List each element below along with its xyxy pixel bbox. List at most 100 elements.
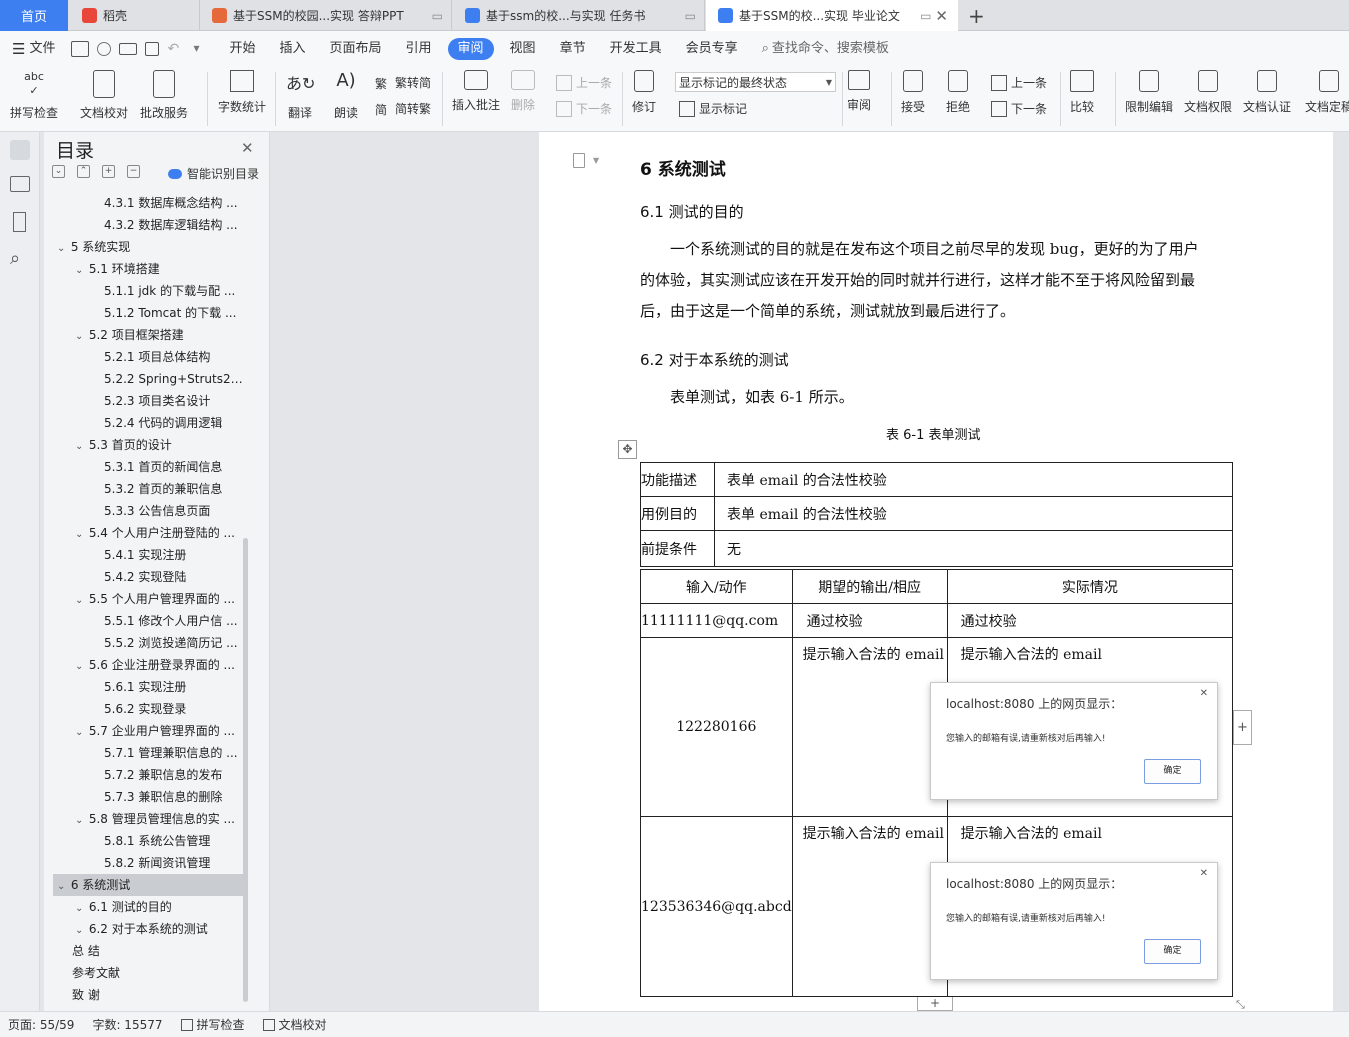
toc-item[interactable]: 5.7.2 兼职信息的发布 — [44, 764, 244, 786]
chapter-panel-icon[interactable] — [10, 176, 30, 192]
chevron-down-icon[interactable]: ⌄ — [75, 590, 85, 610]
page-indicator[interactable]: 页面: 55/59 — [8, 1016, 74, 1033]
save-icon[interactable] — [71, 40, 90, 57]
toc-item[interactable]: 5.4.1 实现注册 — [44, 544, 244, 566]
doc-permission-button[interactable]: 文档权限 — [1184, 70, 1232, 115]
spell-check-button[interactable]: abc ✓ 拼写检查 — [10, 70, 58, 121]
toc-item[interactable]: ⌄ 5.8 管理员管理信息的实 ... — [44, 808, 244, 830]
preview-icon[interactable] — [145, 41, 160, 56]
chevron-down-icon[interactable]: ⌄ — [75, 524, 85, 544]
menu-member[interactable]: 会员专享 — [674, 38, 750, 60]
tab-taskbook[interactable]: 基于ssm的校...与实现 任务书 ▭ — [453, 0, 705, 31]
toc-item[interactable]: 5.8.1 系统公告管理 — [44, 830, 244, 852]
chevron-down-icon[interactable]: ⌄ — [57, 876, 67, 896]
toc-item[interactable]: ⌄ 5.3 首页的设计 — [44, 434, 244, 456]
accept-button[interactable]: 接受 — [901, 70, 925, 115]
toc-item[interactable]: ⌄ 5.5 个人用户管理界面的 ... — [44, 588, 244, 610]
toc-item[interactable]: ⌄ 5.1 环境搭建 — [44, 258, 244, 280]
page-icon[interactable] — [573, 153, 585, 168]
resize-table-icon[interactable]: ⤡ — [1236, 998, 1245, 1012]
toc-item[interactable]: 5.5.1 修改个人用户信 ... — [44, 610, 244, 632]
add-row-icon[interactable]: + — [917, 997, 953, 1011]
collapse-all-icon[interactable]: ⌃ — [77, 165, 90, 178]
toc-item[interactable]: 5.1.2 Tomcat 的下载 ... — [44, 302, 244, 324]
toc-item[interactable]: ⌄ 5.6 企业注册登录界面的 ... — [44, 654, 244, 676]
toc-item[interactable]: 5.6.1 实现注册 — [44, 676, 244, 698]
toc-item[interactable]: ⌄ 5.7 企业用户管理界面的 ... — [44, 720, 244, 742]
menu-review[interactable]: 审阅 — [447, 37, 494, 60]
tab-home[interactable]: 首页 — [0, 0, 68, 31]
doc-check-button[interactable]: 文档校对 — [80, 70, 128, 121]
command-search[interactable]: ⌕ 查找命令、搜索模板 — [750, 38, 901, 60]
doc-check-toggle[interactable]: 文档校对 — [262, 1016, 327, 1033]
toc-item[interactable]: 5.7.1 管理兼职信息的 ... — [44, 742, 244, 764]
track-changes-button[interactable]: 修订 — [632, 70, 656, 115]
toc-item[interactable]: 5.3.1 首页的新闻信息 — [44, 456, 244, 478]
toc-item[interactable]: ⌄ 5.2 项目框架搭建 — [44, 324, 244, 346]
read-aloud-button[interactable]: A) 朗读 — [332, 70, 360, 121]
toc-item[interactable]: 4.3.2 数据库逻辑结构 ... — [44, 214, 244, 236]
chevron-down-icon[interactable]: ⌄ — [75, 436, 85, 456]
chevron-down-icon[interactable]: ⌄ — [75, 898, 85, 918]
remove-icon[interactable]: − — [127, 165, 140, 178]
move-table-icon[interactable]: ✥ — [618, 440, 637, 459]
word-count[interactable]: 字数: 15577 — [92, 1016, 162, 1033]
undo-icon[interactable]: ↶ — [167, 41, 185, 57]
toc-item[interactable]: ⌄ 5 系统实现 — [44, 236, 244, 258]
prev-change-button[interactable]: 上一条 — [991, 74, 1047, 91]
restrict-edit-button[interactable]: 限制编辑 — [1125, 70, 1173, 115]
toc-item[interactable]: 5.6.2 实现登录 — [44, 698, 244, 720]
toc-item[interactable]: 5.1.1 jdk 的下载与配 ... — [44, 280, 244, 302]
doc-certify-button[interactable]: 文档认证 — [1243, 70, 1291, 115]
review-pane-button[interactable]: 审阅 — [847, 70, 871, 113]
print-icon[interactable] — [119, 42, 138, 55]
toc-item[interactable]: 4.3.1 数据库概念结构 ... — [44, 192, 244, 214]
toc-item[interactable]: 5.5.2 浏览投递简历记 ... — [44, 632, 244, 654]
toc-item[interactable]: 5.8.2 新闻资讯管理 — [44, 852, 244, 874]
toc-item[interactable]: 5.7.3 兼职信息的删除 — [44, 786, 244, 808]
chevron-down-icon[interactable]: ⌄ — [75, 326, 85, 346]
doc-finalize-button[interactable]: 文档定稿 — [1305, 70, 1349, 115]
toc-item[interactable]: 致 谢 — [44, 984, 244, 1006]
chevron-down-icon[interactable]: ▼ — [593, 156, 599, 165]
chevron-down-icon[interactable]: ⌄ — [75, 920, 85, 940]
menu-start[interactable]: 开始 — [217, 38, 267, 60]
chevron-down-icon[interactable]: ⌄ — [75, 810, 85, 830]
toc-item[interactable]: 5.3.2 首页的兼职信息 — [44, 478, 244, 500]
show-markup-button[interactable]: 显示标记 — [679, 100, 747, 117]
smart-toc-button[interactable]: 智能识别目录 — [168, 165, 259, 182]
menu-reference[interactable]: 引用 — [394, 38, 444, 60]
menu-devtools[interactable]: 开发工具 — [598, 38, 674, 60]
markup-state-select[interactable]: 显示标记的最终状态 ▼ — [675, 72, 836, 92]
expand-all-icon[interactable]: ⌄ — [52, 165, 65, 178]
toc-item[interactable]: ⌄ 6.2 对于本系统的测试 — [44, 918, 244, 940]
delete-comment-button[interactable]: 删除 — [511, 70, 535, 113]
toc-item[interactable]: 5.2.1 项目总体结构 — [44, 346, 244, 368]
toc-item[interactable]: 5.2.4 代码的调用逻辑 — [44, 412, 244, 434]
new-tab-button[interactable]: + — [960, 0, 990, 31]
toc-item[interactable]: 5.4.2 实现登陆 — [44, 566, 244, 588]
add-icon[interactable]: + — [102, 165, 115, 178]
export-icon[interactable] — [97, 41, 112, 56]
toc-item[interactable]: 5.2.2 Spring+Struts2 ... — [44, 368, 244, 390]
reject-button[interactable]: 拒绝 — [946, 70, 970, 115]
translate-button[interactable]: あ↻ 翻译 — [286, 70, 315, 121]
redo-icon[interactable]: ▾ — [193, 41, 205, 57]
toc-scrollbar[interactable] — [243, 538, 248, 1002]
toc-item[interactable]: ⌄ 6.1 测试的目的 — [44, 896, 244, 918]
toc-item[interactable]: ⌄ 6 系统测试 — [53, 874, 243, 896]
toc-item[interactable]: 5.3.3 公告信息页面 — [44, 500, 244, 522]
menu-chapter[interactable]: 章节 — [548, 38, 598, 60]
prev-comment-button[interactable]: 上一条 — [556, 74, 612, 91]
tab-thesis[interactable]: 基于SSM的校...实现 毕业论文 ▭ ✕ — [706, 0, 958, 31]
next-change-button[interactable]: 下一条 — [991, 100, 1047, 117]
toc-item[interactable]: 5.2.3 项目类名设计 — [44, 390, 244, 412]
menu-view[interactable]: 视图 — [498, 38, 548, 60]
next-comment-button[interactable]: 下一条 — [556, 100, 612, 117]
tab-docer[interactable]: 稻壳 — [70, 0, 200, 31]
menu-layout[interactable]: 页面布局 — [318, 38, 394, 60]
trad-to-simp-button[interactable]: 繁 繁转简 — [375, 74, 431, 91]
file-menu[interactable]: ☰ 文件 — [0, 38, 67, 60]
add-column-icon[interactable]: + — [1233, 710, 1252, 745]
toc-item[interactable]: 参考文献 — [44, 962, 244, 984]
